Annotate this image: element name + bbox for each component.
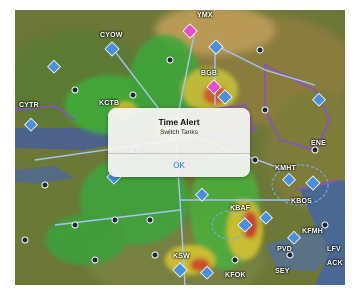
waypoint-label: CYTR: [19, 102, 39, 109]
waypoint-label: ENE: [311, 140, 326, 147]
waypoint-label: PVD: [277, 246, 292, 253]
time-alert-dialog: Time Alert Switch Tanks OK: [108, 108, 250, 177]
waypoint-label: KBOS: [291, 198, 313, 205]
waypoint-label: KFOK: [225, 272, 246, 279]
waypoint-label: SEY: [275, 268, 290, 275]
waypoint-label: KSW: [173, 253, 190, 260]
waypoint-label: BGB: [201, 70, 218, 77]
waypoint-label: YMX: [197, 12, 213, 19]
alert-title: Time Alert: [158, 117, 200, 127]
waypoint-label: KCTB: [99, 100, 120, 107]
ok-button[interactable]: OK: [108, 154, 250, 177]
alert-message: Switch Tanks: [160, 129, 198, 136]
waypoint-label: LFV: [327, 246, 341, 253]
waypoint-label: KMHT: [275, 165, 297, 172]
waypoint-label: ACK: [327, 260, 343, 267]
waypoint-label: KBAF: [230, 205, 251, 212]
waypoint-label: CYOW: [100, 32, 123, 39]
waypoint-label: KFMH: [302, 228, 324, 235]
